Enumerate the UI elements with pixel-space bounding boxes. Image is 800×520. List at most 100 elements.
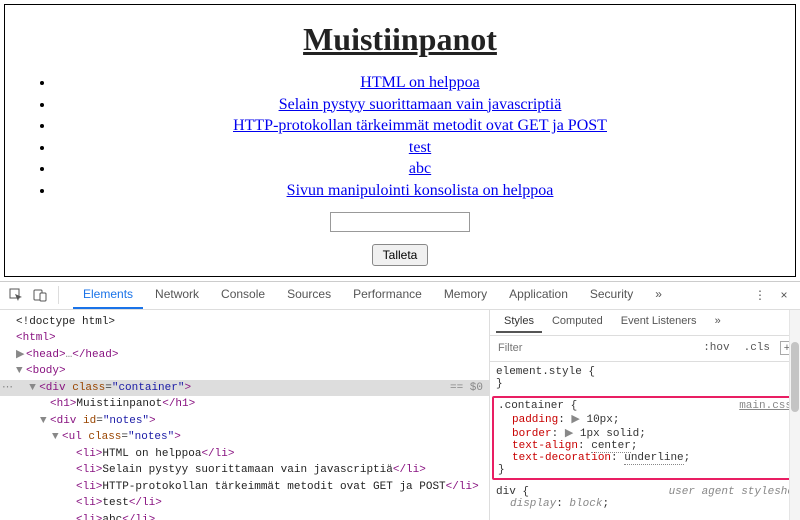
- tab-performance[interactable]: Performance: [343, 281, 432, 309]
- dom-tag: </li>: [201, 448, 234, 460]
- styles-scrollbar[interactable]: [789, 310, 800, 520]
- note-item[interactable]: Sivun manipulointi konsolista on helppoa: [55, 180, 785, 202]
- styles-tab-computed[interactable]: Computed: [544, 311, 611, 333]
- collapse-icon[interactable]: ▼: [40, 413, 50, 430]
- container: Muistiinpanot HTML on helppoa Selain pys…: [4, 4, 796, 277]
- rule-selector: element.style: [496, 366, 582, 378]
- dom-tag: <li>: [76, 514, 102, 520]
- dom-tag: <div: [50, 415, 83, 427]
- dom-tag: </li>: [393, 464, 426, 476]
- selected-dom-node[interactable]: ⋯ ▼<div class="container"> == $0: [0, 380, 489, 397]
- dom-tag: <div: [39, 382, 72, 394]
- scrollbar-thumb[interactable]: [791, 342, 799, 412]
- prop-name: text-decoration: [512, 452, 611, 464]
- tab-sources[interactable]: Sources: [277, 281, 341, 309]
- style-rules: element.style { } .container { main.css …: [490, 362, 800, 520]
- styles-tab-styles[interactable]: Styles: [496, 311, 542, 333]
- dom-tag: >: [174, 431, 181, 443]
- note-item[interactable]: HTML on helppoa: [55, 72, 785, 94]
- dom-tag: <body>: [26, 365, 66, 377]
- brace: }: [496, 378, 503, 390]
- tabs-overflow-icon[interactable]: »: [645, 281, 672, 309]
- prop-value[interactable]: underline: [624, 452, 683, 465]
- tab-elements[interactable]: Elements: [73, 281, 143, 309]
- prop-name: display: [510, 498, 556, 510]
- dom-tag: </li>: [122, 514, 155, 520]
- prop-value: block: [569, 498, 602, 510]
- page-viewport: Muistiinpanot HTML on helppoa Selain pys…: [0, 0, 800, 281]
- dom-tag: </h1>: [162, 398, 195, 410]
- dom-line: <!doctype html>: [16, 316, 115, 328]
- selected-node-ref: == $0: [443, 380, 483, 397]
- prop-name: padding: [512, 414, 558, 426]
- hov-toggle[interactable]: :hov: [699, 340, 733, 356]
- dom-tag: <li>: [76, 497, 102, 509]
- dom-tag: </head>: [72, 349, 118, 361]
- tab-console[interactable]: Console: [211, 281, 275, 309]
- dom-text: Selain pystyy suorittamaan vain javascri…: [102, 464, 392, 476]
- prop-name: text-align: [512, 440, 578, 452]
- dom-text: HTML on helppoa: [102, 448, 201, 460]
- dom-tag: >: [149, 415, 156, 427]
- save-button[interactable]: Talleta: [372, 244, 429, 266]
- element-style-rule[interactable]: element.style { }: [496, 366, 794, 390]
- collapse-icon[interactable]: ▼: [52, 429, 62, 446]
- dom-tag: <ul: [62, 431, 88, 443]
- inspect-element-icon[interactable]: [6, 285, 26, 305]
- styles-tabs-overflow-icon[interactable]: »: [707, 311, 729, 333]
- device-toggle-icon[interactable]: [30, 285, 50, 305]
- devtools-panel: Elements Network Console Sources Perform…: [0, 281, 800, 520]
- dom-text: HTTP-protokollan tärkeimmät metodit ovat…: [102, 481, 445, 493]
- prop-name: border: [512, 428, 552, 440]
- note-item[interactable]: test: [55, 137, 785, 159]
- prop-value[interactable]: 10px: [586, 414, 612, 426]
- dom-tag: <head>: [26, 349, 66, 361]
- container-style-rule[interactable]: .container { main.css padding: ▶ 10px; b…: [492, 396, 798, 480]
- note-item[interactable]: abc: [55, 158, 785, 180]
- expand-icon[interactable]: ▶: [16, 347, 26, 364]
- dom-text: abc: [102, 514, 122, 520]
- dom-attr-val: "notes": [128, 431, 174, 443]
- dom-attr-name: class: [88, 431, 121, 443]
- ua-stylesheet-label: user agent styleshe: [669, 486, 794, 498]
- dom-attr-name: id: [83, 415, 96, 427]
- brace: {: [582, 366, 595, 378]
- page-heading: Muistiinpanot: [15, 21, 785, 58]
- dom-attr-name: class: [72, 382, 105, 394]
- dom-tag: <h1>: [50, 398, 76, 410]
- brace: {: [516, 486, 529, 498]
- notes-list: HTML on helppoa Selain pystyy suorittama…: [15, 72, 785, 202]
- note-input[interactable]: [330, 212, 470, 232]
- tab-security[interactable]: Security: [580, 281, 643, 309]
- dom-tag: <li>: [76, 464, 102, 476]
- rule-selector: div: [496, 486, 516, 498]
- styles-tab-eventlisteners[interactable]: Event Listeners: [613, 311, 705, 333]
- dom-tag: <li>: [76, 481, 102, 493]
- dom-text: Muistiinpanot: [76, 398, 162, 410]
- devtools-close-icon[interactable]: ×: [774, 285, 794, 305]
- elements-tree[interactable]: <!doctype html> <html> ▶<head>…</head> ▼…: [0, 310, 490, 520]
- tab-memory[interactable]: Memory: [434, 281, 497, 309]
- styles-filter-input[interactable]: [496, 341, 693, 355]
- styles-filter-row: :hov .cls +: [490, 336, 800, 362]
- note-item[interactable]: HTTP-protokollan tärkeimmät metodit ovat…: [55, 115, 785, 137]
- rule-selector: .container: [498, 400, 564, 412]
- dom-tag: </li>: [446, 481, 479, 493]
- devtools-menu-icon[interactable]: ⋮: [750, 285, 770, 305]
- rule-source-link[interactable]: main.css: [739, 400, 792, 412]
- tab-network[interactable]: Network: [145, 281, 209, 309]
- brace: {: [564, 400, 577, 412]
- cls-toggle[interactable]: .cls: [740, 340, 774, 356]
- note-item[interactable]: Selain pystyy suorittamaan vain javascri…: [55, 94, 785, 116]
- collapse-icon[interactable]: ▼: [16, 363, 26, 380]
- dom-attr-val: "notes": [103, 415, 149, 427]
- devtools-toolbar: Elements Network Console Sources Perform…: [0, 282, 800, 310]
- tab-application[interactable]: Application: [499, 281, 578, 309]
- dom-tag: </li>: [129, 497, 162, 509]
- styles-tabs: Styles Computed Event Listeners »: [490, 310, 800, 336]
- styles-panel: Styles Computed Event Listeners » :hov .…: [490, 310, 800, 520]
- dom-line: <html>: [16, 332, 56, 344]
- prop-value[interactable]: 1px solid: [580, 428, 639, 440]
- dom-tag: >: [184, 382, 191, 394]
- brace: }: [498, 464, 505, 476]
